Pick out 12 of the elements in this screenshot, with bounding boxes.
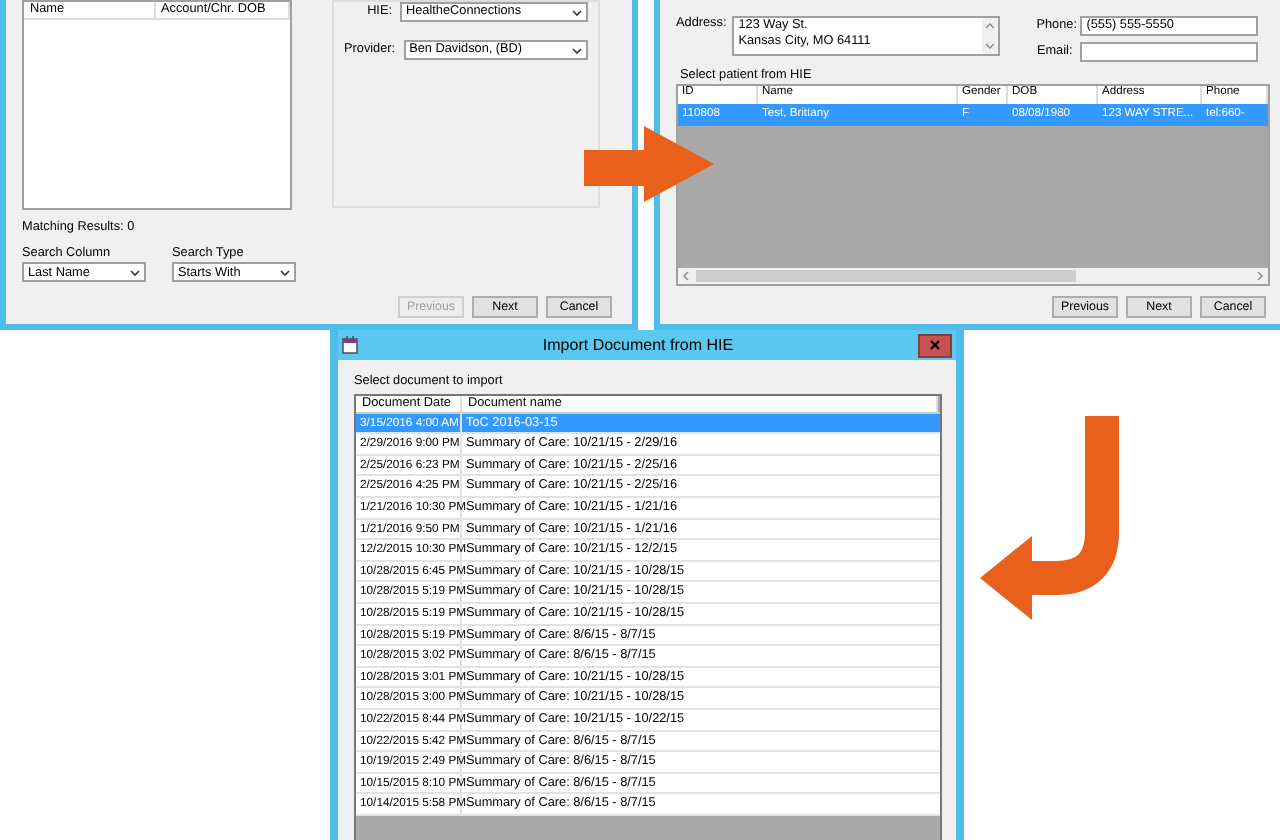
chevron-icon [572,47,582,53]
chevron-icon [572,9,582,15]
close-icon [930,340,940,350]
window-title: Import Document from HIE [540,335,736,355]
horizontal-scrollbar[interactable] [678,267,1268,284]
close-button[interactable] [918,333,952,357]
window-icon [342,336,358,354]
vertical-scrollbar[interactable] [982,18,999,54]
email-field[interactable] [1080,42,1259,62]
chevron-icon [280,269,290,276]
right-arrow [584,126,714,202]
chevron-icon [130,269,140,276]
